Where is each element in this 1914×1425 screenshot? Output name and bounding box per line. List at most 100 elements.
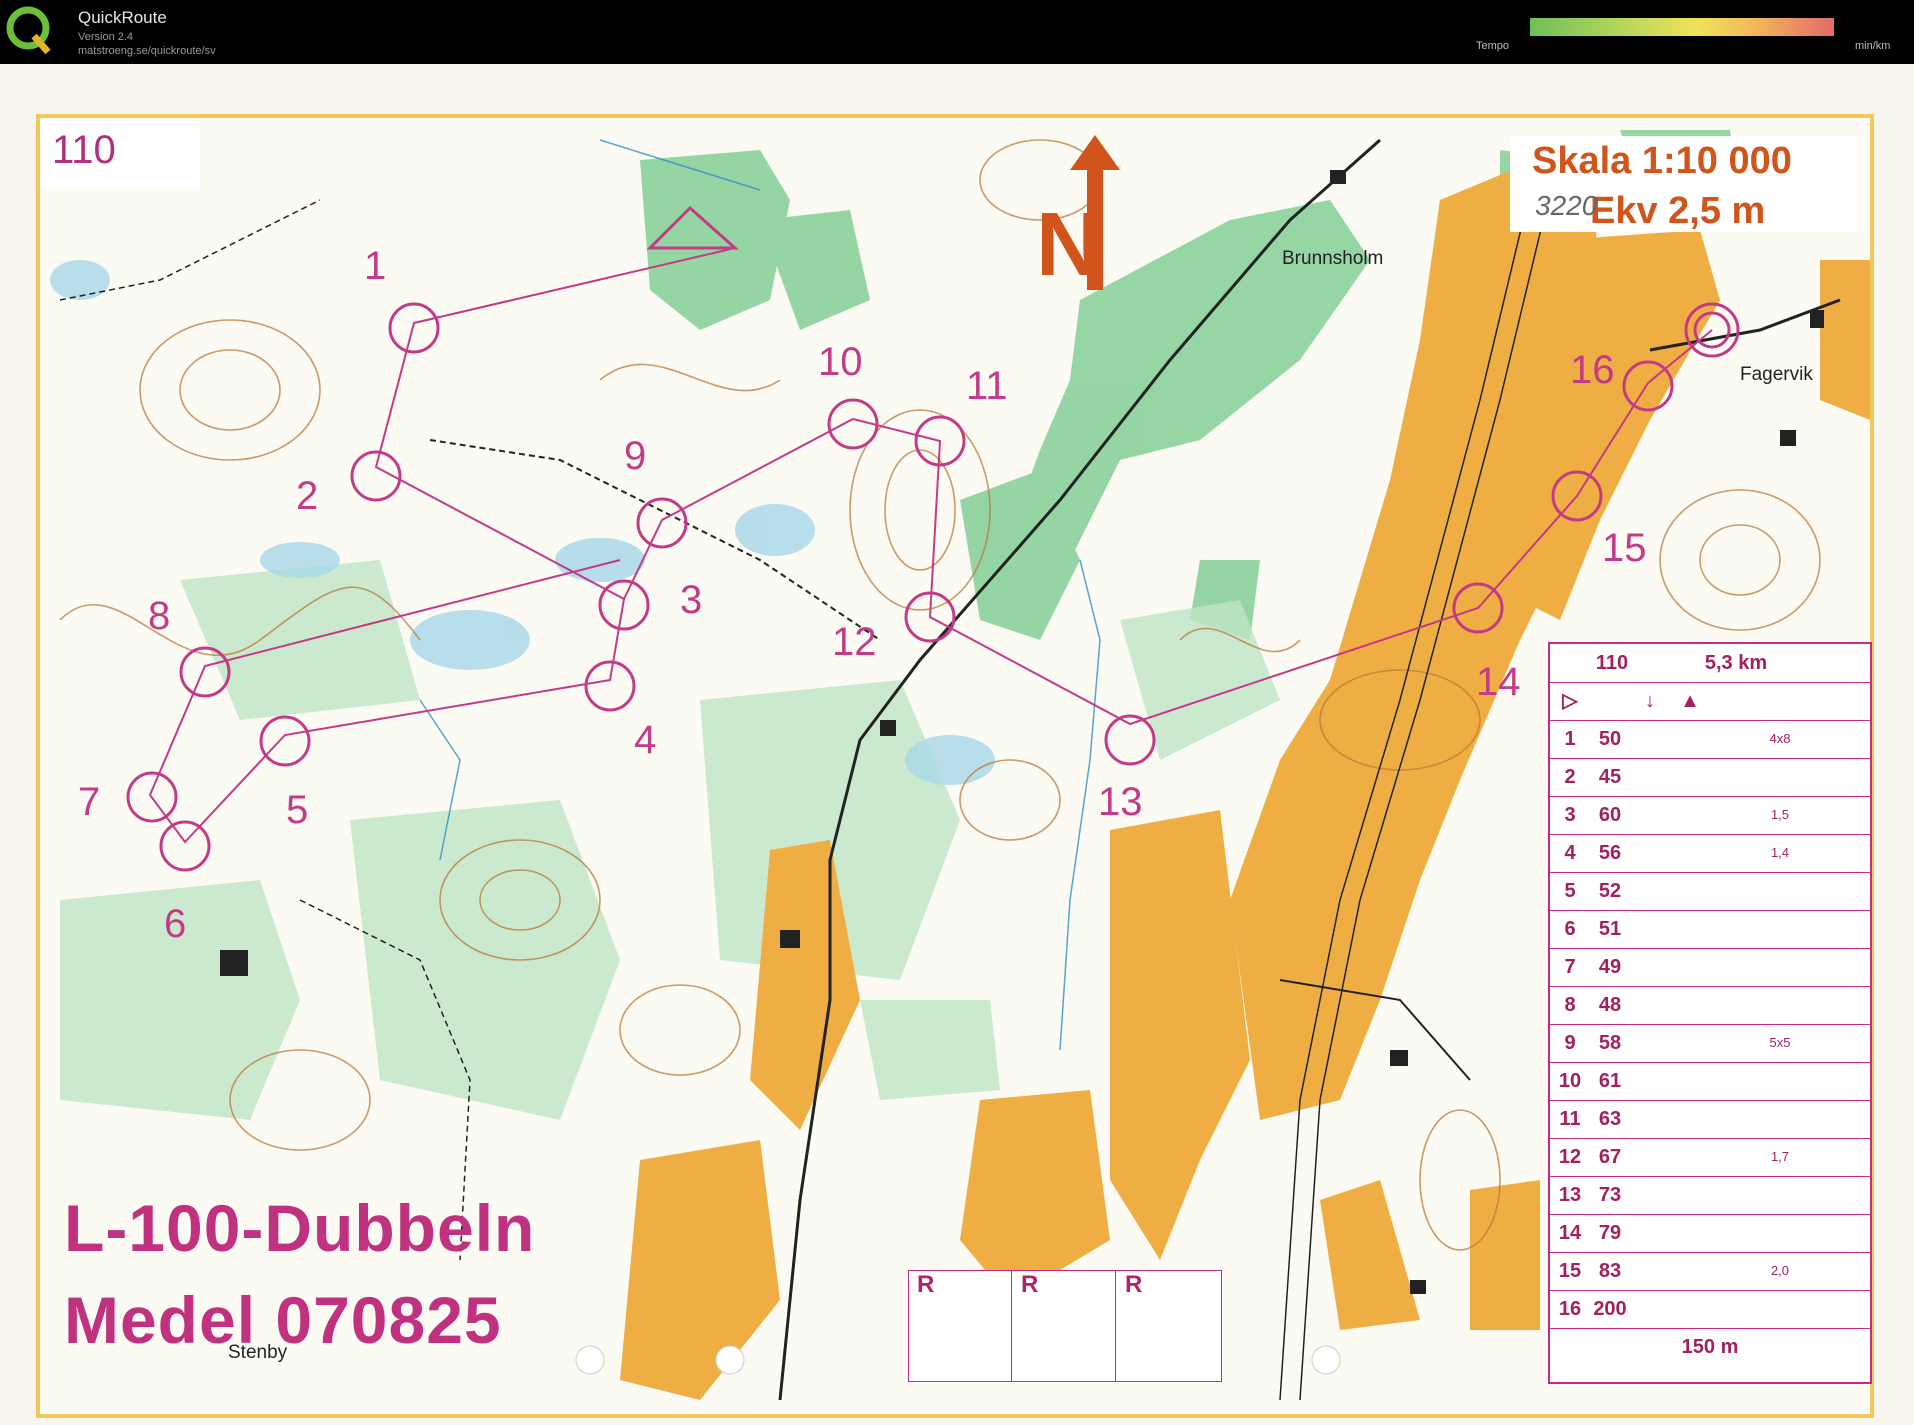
desc-control-number: 16 [1558,1298,1582,1320]
desc-control-dimension [1750,1062,1810,1100]
orienteering-map[interactable]: 110 Skala 1:10 000 Ekv 2,5 m 3220 N Brun… [0,64,1914,1425]
desc-row: 12 67 1,7 [1550,1138,1870,1177]
desc-row: 13 73 [1550,1176,1870,1215]
desc-row: 8 48 [1550,986,1870,1025]
control-label-11: 11 [966,364,1008,408]
desc-row: 5 52 [1550,872,1870,911]
desc-control-code: 67 [1598,1146,1622,1168]
desc-start-row: ▷ ↓ ▲ [1550,682,1870,721]
desc-control-code: 61 [1598,1070,1622,1092]
desc-control-number: 2 [1564,766,1576,788]
desc-control-dimension: 1,4 [1770,845,1790,860]
desc-row: 10 61 [1550,1062,1870,1101]
control-description-table: 110 5,3 km ▷ ↓ ▲ 1 50 4x8 2 45 3 60 1,5 4 56 1,4 5 5… [1548,642,1872,1384]
desc-control-code: 50 [1598,728,1622,750]
desc-control-dimension [1750,758,1810,796]
place-brunnsholm: Brunnsholm [1282,248,1384,269]
desc-control-dimension: 1,5 [1770,807,1790,822]
desc-control-number: 7 [1564,956,1576,978]
desc-control-number: 6 [1564,918,1576,940]
control-card-box-2: R [1013,1271,1116,1381]
desc-row: 6 51 [1550,910,1870,949]
desc-row: 16 200 [1550,1290,1870,1329]
desc-control-number: 9 [1564,1032,1576,1054]
desc-control-number: 1 [1564,728,1576,750]
desc-control-code: 51 [1598,918,1622,940]
desc-row: 4 56 1,4 [1550,834,1870,873]
tempo-color-scale[interactable] [1530,18,1834,36]
desc-control-dimension [1750,1100,1810,1138]
desc-row: 1 50 4x8 [1550,720,1870,759]
desc-control-dimension [1750,1290,1810,1328]
desc-finish-row: 150 m [1550,1328,1870,1366]
desc-control-code: 73 [1598,1184,1622,1206]
course-number: 110 [52,128,116,172]
app-titlebar: QuickRoute Version 2.4 matstroeng.se/qui… [0,0,1914,64]
desc-control-number: 5 [1564,880,1576,902]
desc-control-dimension [1750,1176,1810,1214]
control-label-15: 15 [1602,526,1647,570]
desc-control-number: 14 [1558,1222,1582,1244]
knoll-triangle-icon: ▲ [1680,690,1700,712]
tempo-unit-label: min/km [1855,40,1891,52]
desc-control-code: 58 [1598,1032,1622,1054]
handwritten-note: 3220 [1535,190,1598,221]
desc-control-dimension [1750,872,1810,910]
control-card-box-3: R [1125,1271,1143,1298]
desc-control-number: 13 [1558,1184,1582,1206]
desc-control-code: 83 [1598,1260,1622,1282]
desc-control-number: 8 [1564,994,1576,1016]
desc-row: 9 58 5x5 [1550,1024,1870,1063]
desc-control-number: 12 [1558,1146,1582,1168]
desc-header-row: 110 5,3 km [1550,644,1870,683]
desc-control-dimension: 2,0 [1770,1263,1790,1278]
control-label-10: 10 [818,340,863,384]
desc-control-code: 60 [1598,804,1622,826]
desc-control-code: 56 [1598,842,1622,864]
desc-row: 11 63 [1550,1100,1870,1139]
finish-distance: 150 m [1681,1336,1739,1358]
north-letter: N [1036,195,1101,295]
scale-text: Skala 1:10 000 [1532,140,1792,182]
app-version: Version 2.4 [78,31,134,43]
arrow-down-icon: ↓ [1645,690,1655,712]
desc-control-code: 52 [1598,880,1622,902]
desc-control-dimension: 1,7 [1770,1149,1790,1164]
desc-control-code: 79 [1598,1222,1622,1244]
control-card-boxes: R R R [908,1270,1222,1382]
control-label-8: 8 [148,594,171,638]
desc-control-number: 11 [1559,1108,1581,1130]
desc-control-number: 15 [1558,1260,1582,1282]
desc-control-code: 200 [1593,1298,1627,1320]
desc-control-number: 4 [1564,842,1576,864]
desc-row: 7 49 [1550,948,1870,987]
control-label-4: 4 [634,718,657,762]
desc-control-dimension [1750,948,1810,986]
app-url[interactable]: matstroeng.se/quickroute/sv [78,45,216,57]
control-card-box-1: R [909,1271,1012,1381]
control-label-6: 6 [164,902,187,946]
quickroute-logo-icon [6,6,51,55]
desc-course-length: 5,3 km [1704,652,1768,674]
app-name: QuickRoute [78,8,167,27]
control-label-9: 9 [624,434,647,478]
desc-control-number: 10 [1558,1070,1582,1092]
desc-control-code: 48 [1598,994,1622,1016]
event-subtitle: Medel 070825 [64,1283,502,1357]
contour-interval-text: Ekv 2,5 m [1590,190,1766,232]
desc-control-code: 63 [1598,1108,1622,1130]
desc-control-dimension: 4x8 [1769,731,1791,746]
control-label-1: 1 [364,244,387,288]
control-label-2: 2 [296,474,319,518]
tempo-label: Tempo [1476,40,1510,52]
place-fagervik: Fagervik [1740,364,1813,385]
desc-control-code: 49 [1598,956,1622,978]
control-label-13: 13 [1098,780,1143,824]
desc-row: 15 83 2,0 [1550,1252,1870,1291]
event-title: L-100-Dubbeln [64,1191,536,1265]
control-label-7: 7 [78,780,101,824]
desc-control-dimension: 5x5 [1769,1035,1791,1050]
desc-row: 2 45 [1550,758,1870,797]
control-label-14: 14 [1476,660,1521,704]
desc-row: 14 79 [1550,1214,1870,1253]
